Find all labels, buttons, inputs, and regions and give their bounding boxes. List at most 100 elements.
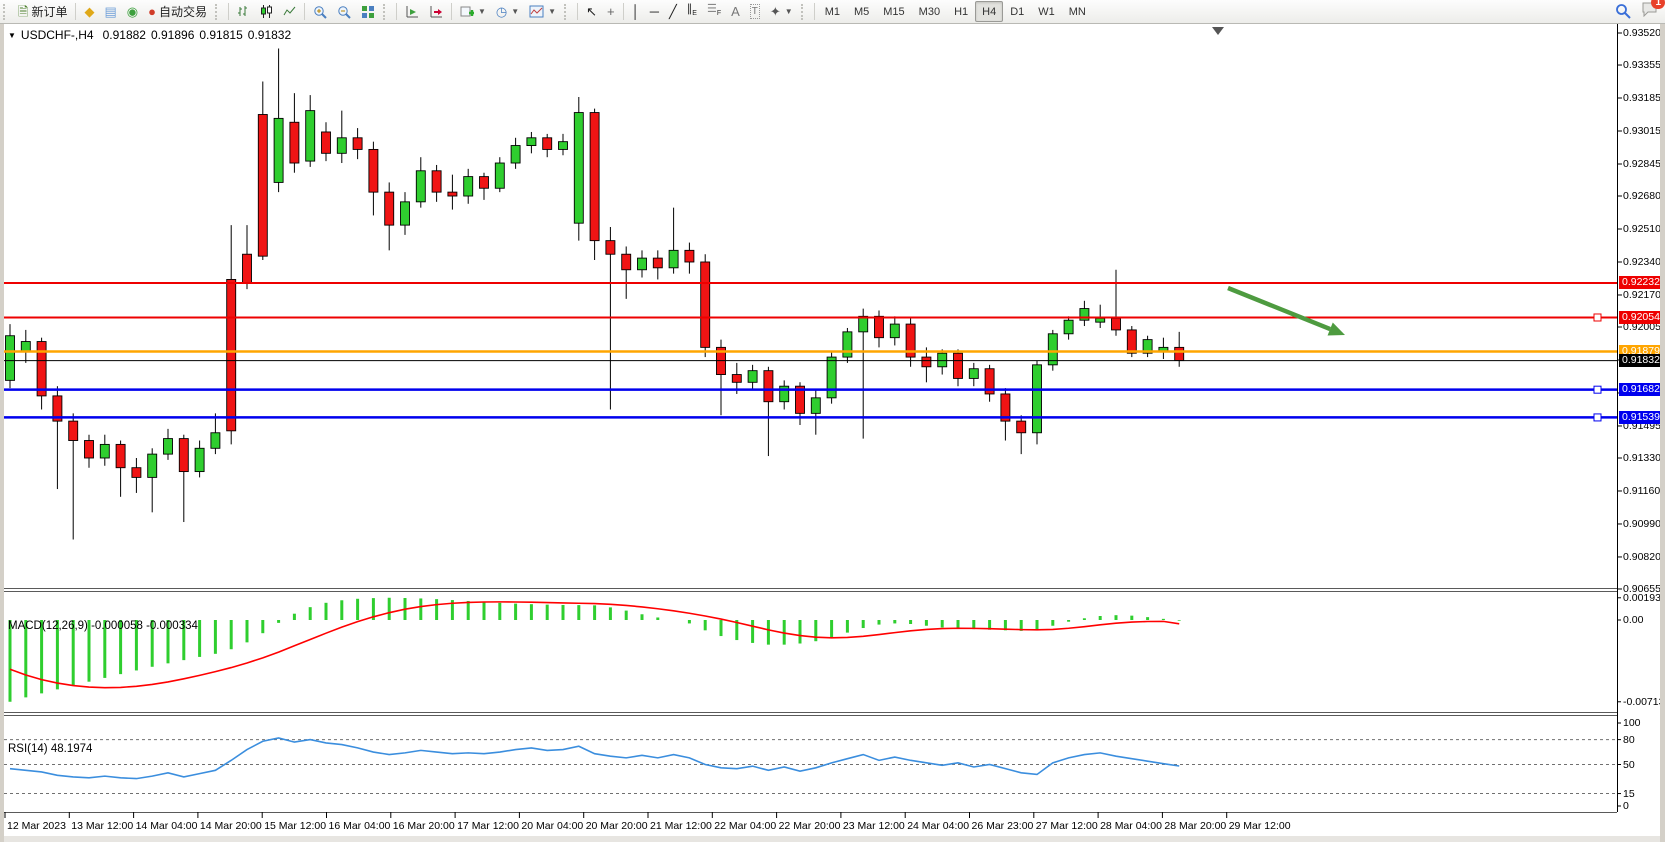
- timeframe-d1-button[interactable]: D1: [1003, 1, 1031, 22]
- timeframe-h1-button[interactable]: H1: [947, 1, 975, 22]
- candle: [227, 279, 236, 430]
- add-indicator-icon: [460, 5, 474, 18]
- crosshair-tool-button[interactable]: +: [602, 1, 620, 22]
- timeframe-w1-button[interactable]: W1: [1031, 1, 1062, 22]
- candle: [859, 316, 868, 332]
- horizontal-lines-layer: [4, 283, 1617, 421]
- candle: [1112, 318, 1121, 330]
- timeframe-mn-button[interactable]: MN: [1062, 1, 1093, 22]
- candles-layer: [6, 49, 1184, 540]
- bar-chart-button[interactable]: [232, 1, 255, 22]
- candle: [1033, 365, 1042, 433]
- candle: [1175, 347, 1184, 360]
- candle: [685, 250, 694, 262]
- new-order-button[interactable]: 🗎 新订单: [13, 1, 72, 22]
- candle: [875, 316, 884, 337]
- candle-chart-button[interactable]: [255, 1, 278, 22]
- vertical-line-tool-button[interactable]: │: [627, 1, 645, 22]
- timeframe-m30-button[interactable]: M30: [912, 1, 947, 22]
- candle: [69, 421, 78, 440]
- candle: [732, 375, 741, 383]
- zoom-in-button[interactable]: [308, 1, 332, 22]
- candle: [606, 241, 615, 255]
- shapes-tool-button[interactable]: ✦▼: [765, 1, 798, 22]
- candle: [148, 454, 157, 477]
- candle: [574, 113, 583, 224]
- candle: [85, 441, 94, 458]
- candle: [653, 258, 662, 268]
- candle: [922, 357, 931, 367]
- crosshair-icon: +: [607, 5, 615, 18]
- cursor-tool-button[interactable]: ↖: [581, 1, 602, 22]
- zoom-out-button[interactable]: [332, 1, 356, 22]
- navigator-icon: ◉: [127, 5, 138, 18]
- line-chart-icon: [283, 5, 296, 18]
- navigator-button[interactable]: ◉: [122, 1, 143, 22]
- candle: [243, 254, 252, 283]
- add-indicator-button[interactable]: ▼: [455, 1, 491, 22]
- symbols-button[interactable]: ◆: [79, 1, 99, 22]
- candle: [590, 113, 599, 241]
- fibonacci-tool-button[interactable]: ☰F: [702, 1, 726, 22]
- zoom-out-icon: [337, 5, 351, 19]
- candle: [416, 171, 425, 202]
- auto-scroll-icon: [405, 5, 419, 18]
- candle: [322, 132, 331, 153]
- timeframe-m15-button[interactable]: M15: [876, 1, 911, 22]
- new-order-icon: 🗎: [18, 5, 28, 18]
- auto-scroll-button[interactable]: [400, 1, 424, 22]
- candle: [290, 122, 299, 163]
- label-tool-button[interactable]: T: [745, 1, 765, 22]
- candle: [464, 177, 473, 196]
- candle: [543, 138, 552, 150]
- timeframe-m1-button[interactable]: M1: [818, 1, 847, 22]
- timeframe-h4-button[interactable]: H4: [975, 1, 1003, 22]
- candle: [527, 138, 536, 146]
- shapes-icon: ✦: [770, 5, 781, 18]
- templates-button[interactable]: ▼: [524, 1, 561, 22]
- periods-button[interactable]: ◷ ▼: [491, 1, 524, 22]
- data-window-button[interactable]: ▤: [99, 1, 121, 22]
- chart-canvas[interactable]: [0, 24, 1665, 842]
- tile-windows-button[interactable]: [356, 1, 380, 22]
- candle: [448, 192, 457, 196]
- line-chart-button[interactable]: [278, 1, 301, 22]
- text-tool-button[interactable]: A: [726, 1, 745, 22]
- candle: [385, 192, 394, 225]
- chart-shift-icon: [429, 5, 443, 18]
- candle: [890, 324, 899, 338]
- candle: [638, 258, 647, 270]
- chart-window[interactable]: ▼ USDCHF-,H4 0.91882 0.91896 0.91815 0.9…: [0, 24, 1665, 842]
- line-handle: [1594, 414, 1601, 421]
- channel-tool-button[interactable]: ∥E: [682, 1, 702, 22]
- candle: [511, 146, 520, 163]
- candle: [938, 353, 947, 367]
- candle: [1064, 320, 1073, 334]
- candle: [480, 177, 489, 189]
- horizontal-line-tool-button[interactable]: ─: [645, 1, 664, 22]
- candle: [748, 371, 757, 383]
- line-handle: [1594, 386, 1601, 393]
- candle: [827, 357, 836, 398]
- label-icon: T: [750, 4, 760, 19]
- candle: [179, 439, 188, 472]
- candle: [6, 336, 15, 381]
- candle: [432, 171, 441, 192]
- candle: [100, 444, 109, 458]
- candle: [132, 468, 141, 478]
- search-icon[interactable]: [1615, 3, 1631, 19]
- candle: [164, 439, 173, 455]
- timeframe-m5-button[interactable]: M5: [847, 1, 876, 22]
- templates-icon: [529, 5, 544, 18]
- trendline-tool-button[interactable]: ╱: [664, 1, 682, 22]
- chart-shift-button[interactable]: [424, 1, 448, 22]
- auto-trading-button[interactable]: ● 自动交易: [143, 1, 212, 22]
- symbols-icon: ◆: [84, 5, 94, 18]
- clock-icon: ◷: [496, 5, 507, 18]
- horizontal-line-icon: ─: [650, 5, 659, 18]
- candle: [1127, 330, 1136, 353]
- candle-chart-icon: [260, 5, 273, 18]
- chat-button[interactable]: 1: [1641, 1, 1659, 20]
- trend-arrow[interactable]: [1228, 288, 1345, 336]
- trendline-icon: ╱: [669, 5, 677, 18]
